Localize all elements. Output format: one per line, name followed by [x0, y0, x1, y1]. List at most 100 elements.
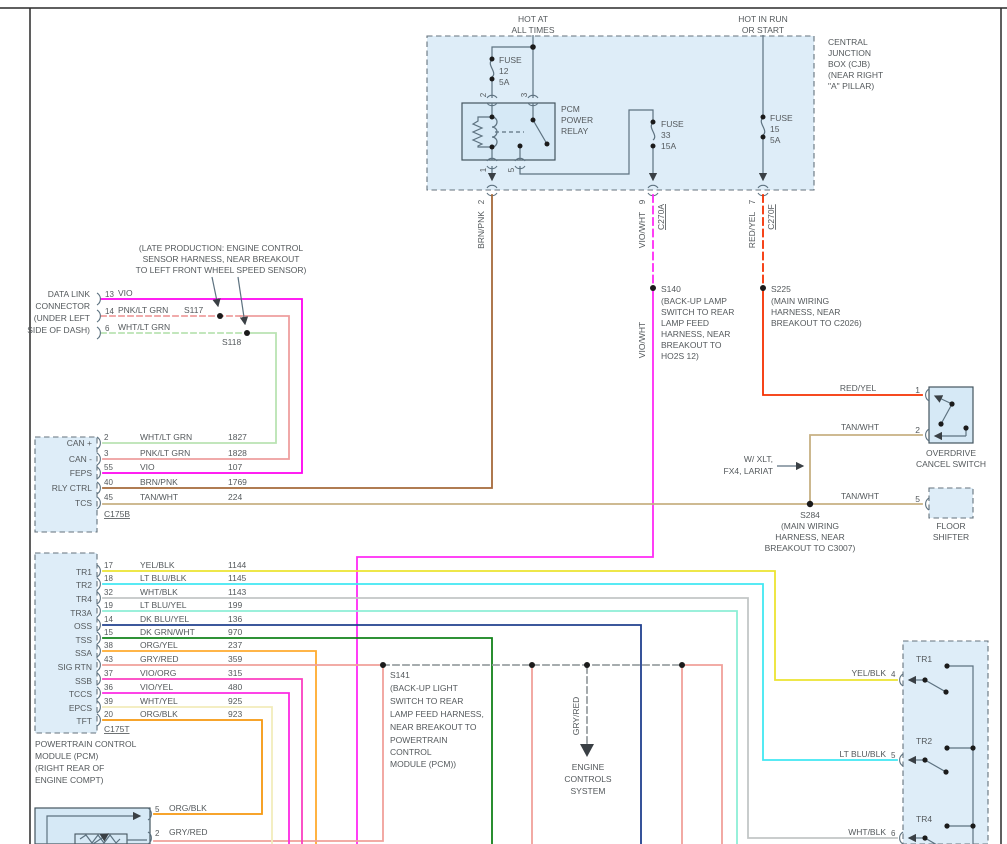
svg-text:HARNESS, NEAR: HARNESS, NEAR: [661, 329, 730, 339]
svg-text:SWITCH TO REAR: SWITCH TO REAR: [390, 696, 463, 706]
pin-number: 38: [104, 641, 113, 650]
pin-label: TFT: [76, 716, 92, 726]
note-arrow-to-s118: [237, 276, 249, 326]
connector-label-c175t: C175T: [104, 724, 130, 734]
pin-label: TSS: [75, 635, 92, 645]
svg-text:(NEAR RIGHT: (NEAR RIGHT: [828, 70, 883, 80]
relay-pin-2: 2: [479, 92, 488, 97]
relay-pin-1: 1: [479, 167, 488, 172]
pin-number: 32: [104, 588, 113, 597]
wire-label-vio: VIO: [118, 288, 133, 298]
connector-label-c270a: C270A: [656, 204, 666, 230]
splice-s141-dot: [380, 662, 386, 668]
wire-brn-pnk-1769: [102, 194, 493, 489]
circuit-number: 136: [228, 614, 242, 624]
circuit-number: 480: [228, 682, 242, 692]
pin-number: 55: [104, 463, 113, 472]
wire-name: TAN/WHT: [140, 492, 178, 502]
svg-text:ENGINE: ENGINE: [572, 762, 605, 772]
od-switch-pin1-number: 1: [915, 385, 920, 395]
wire-name: DK BLU/YEL: [140, 614, 189, 624]
pin-label: FEPS: [70, 468, 93, 478]
svg-text:BREAKOUT TO: BREAKOUT TO: [661, 340, 722, 350]
wire-label-gry-red-vertical: GRY/RED: [571, 697, 581, 736]
svg-text:FUSE: FUSE: [770, 113, 793, 123]
sensor-pin-5: 5: [155, 805, 160, 814]
wire-label-wht-lt-grn: WHT/LT GRN: [118, 322, 170, 332]
pcm-module-label: POWERTRAIN CONTROL MODULE (PCM) (RIGHT R…: [35, 739, 137, 785]
hot-in-run-label: OR START: [742, 25, 784, 35]
svg-text:TO LEFT FRONT WHEEL SPEED SENS: TO LEFT FRONT WHEEL SPEED SENSOR): [136, 265, 307, 275]
dlc-pin-14: 14: [105, 307, 114, 316]
pin-number: 40: [104, 478, 113, 487]
hot-in-run-label: HOT IN RUN: [738, 14, 787, 24]
note-arrow-to-s117: [211, 276, 221, 308]
wire-name: BRN/PNK: [140, 477, 178, 487]
exit-pin-9: 9: [638, 199, 647, 204]
splice-s117-dot: [217, 313, 223, 319]
splice-s284-label: S284 (MAIN WIRING HARNESS, NEAR BREAKOUT…: [765, 510, 856, 553]
pcm-power-relay-box: [461, 102, 556, 161]
svg-text:5A: 5A: [499, 77, 510, 87]
svg-text:S284: S284: [800, 510, 820, 520]
svg-text:"A" PILLAR): "A" PILLAR): [828, 81, 874, 91]
circuit-number: 1143: [228, 587, 247, 597]
wire-label-wht-blk: WHT/BLK: [848, 827, 886, 837]
pin-label: SIG RTN: [58, 662, 92, 672]
circuit-number: 1827: [228, 432, 247, 442]
circuit-number: 1145: [228, 573, 247, 583]
pin-label: SSA: [75, 648, 92, 658]
pin-label: TR2: [76, 580, 92, 590]
wire-wht-lt-grn-1827: [102, 332, 277, 444]
wire-gry-red-branch-3: [681, 664, 723, 844]
svg-text:SWITCH TO REAR: SWITCH TO REAR: [661, 307, 734, 317]
wire-name: WHT/YEL: [140, 696, 178, 706]
wire-name: ORG/YEL: [140, 640, 178, 650]
wire-label-red-yel-right: RED/YEL: [840, 383, 877, 393]
wire-name: VIO: [140, 462, 155, 472]
svg-text:S141: S141: [390, 670, 410, 680]
circuit-number: 1769: [228, 477, 247, 487]
circuit-number: 224: [228, 492, 242, 502]
wire-label-yel-blk: YEL/BLK: [852, 668, 887, 678]
svg-text:BOX (CJB): BOX (CJB): [828, 59, 870, 69]
floor-shifter-pin-number: 5: [915, 494, 920, 504]
relay-pin-3: 3: [520, 92, 529, 97]
svg-text:LAMP FEED: LAMP FEED: [661, 318, 709, 328]
svg-text:FUSE: FUSE: [661, 119, 684, 129]
wire-name: WHT/LT GRN: [140, 432, 192, 442]
svg-text:15A: 15A: [661, 141, 676, 151]
dlc-pin-13: 13: [105, 290, 114, 299]
tft-sensor-box: [34, 807, 151, 844]
wire-label-vio-wht: VIO/WHT: [637, 212, 647, 248]
dlc-pin-6: 6: [105, 324, 110, 333]
svg-text:HARNESS, NEAR: HARNESS, NEAR: [775, 532, 844, 542]
pcm-connector-c175b: CAN + CAN - FEPS RLY CTRL TCS 2 3 55 40 …: [52, 432, 247, 519]
svg-text:S140: S140: [661, 284, 681, 294]
harness-wires: [100, 194, 923, 844]
svg-text:FUSE: FUSE: [499, 55, 522, 65]
svg-text:POWER: POWER: [561, 115, 593, 125]
tr1-label: TR1: [916, 654, 932, 664]
wire-org-blk-923: [102, 719, 263, 815]
svg-text:5A: 5A: [770, 135, 781, 145]
pin-label: TR4: [76, 594, 92, 604]
svg-text:(BACK-UP LAMP: (BACK-UP LAMP: [661, 296, 727, 306]
wire-name: VIO/YEL: [140, 682, 173, 692]
exit-pin-7: 7: [748, 199, 757, 204]
circuit-number: 107: [228, 462, 242, 472]
pin-label: RLY CTRL: [52, 483, 93, 493]
svg-text:SYSTEM: SYSTEM: [571, 786, 606, 796]
svg-text:JUNCTION: JUNCTION: [828, 48, 871, 58]
wire-label-red-yel: RED/YEL: [747, 212, 757, 249]
svg-text:SIDE OF DASH): SIDE OF DASH): [27, 325, 90, 335]
od-switch-contact-dot: [938, 421, 944, 427]
svg-text:POWERTRAIN CONTROL: POWERTRAIN CONTROL: [35, 739, 137, 749]
floor-shifter-box: [928, 487, 974, 519]
svg-text:PCM: PCM: [561, 104, 580, 114]
wire-label-lt-blu-blk: LT BLU/BLK: [840, 749, 887, 759]
pin-label: TCS: [75, 498, 92, 508]
hot-at-all-times-label: ALL TIMES: [512, 25, 555, 35]
floor-shifter-title: FLOOR: [936, 521, 965, 531]
svg-text:HARNESS, NEAR: HARNESS, NEAR: [771, 307, 840, 317]
